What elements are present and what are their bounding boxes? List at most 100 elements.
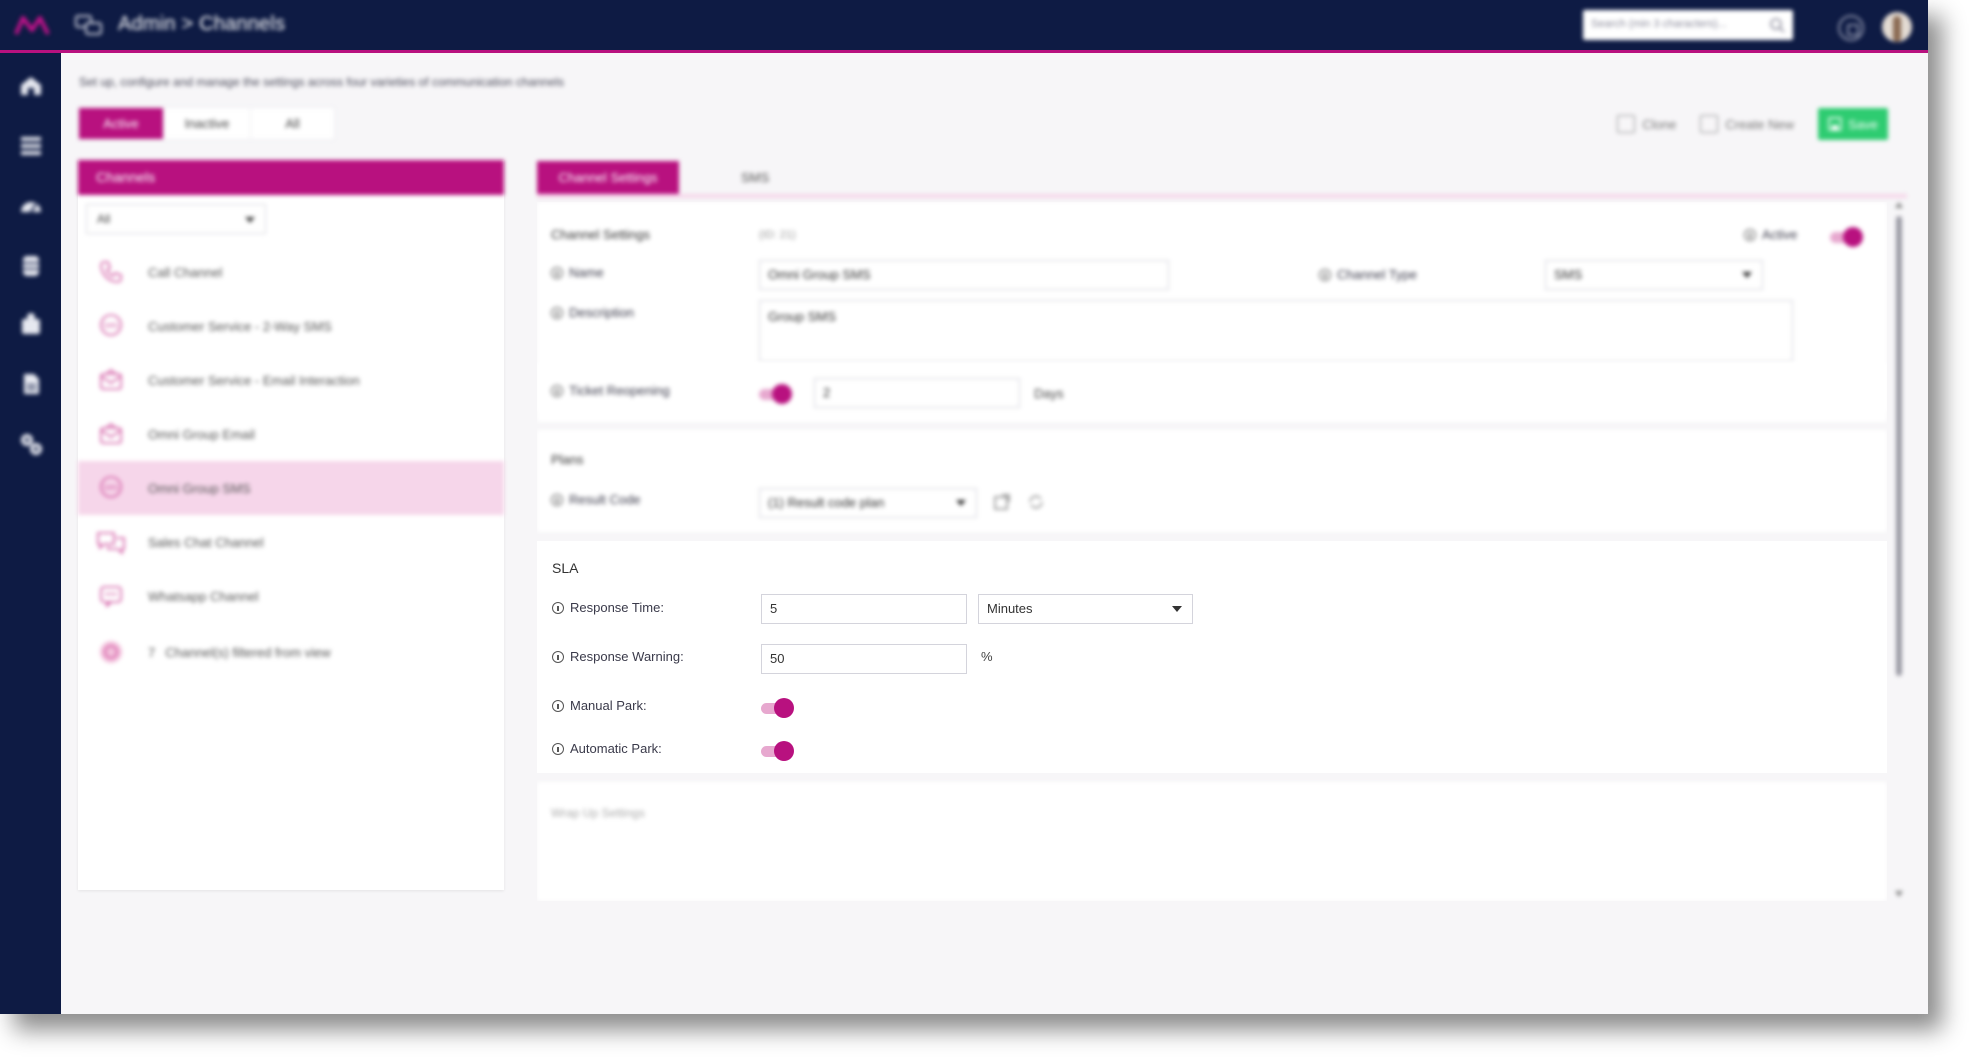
page-description: Set up, configure and manage the setting… (79, 75, 564, 89)
chat-icon (96, 527, 126, 557)
chevron-down-icon (1742, 272, 1752, 278)
ticket-reopening-input[interactable]: 2 (814, 378, 1020, 408)
result-code-label-text: Result Code (569, 492, 641, 507)
description-label: Description (551, 305, 634, 320)
brand-logo-icon[interactable] (12, 12, 52, 40)
sla-title: SLA (552, 560, 579, 576)
save-label: Save (1848, 116, 1878, 132)
database-icon[interactable] (18, 253, 44, 279)
chevron-down-icon (956, 500, 966, 506)
whatsapp-icon (96, 581, 126, 611)
refresh-icon[interactable] (1027, 493, 1045, 511)
automatic-park-label: Automatic Park: (552, 741, 662, 756)
svg-text:SMS: SMS (104, 322, 119, 330)
info-icon (552, 742, 564, 755)
sla-card: SLA Response Time: 5 Minutes Response Wa… (537, 541, 1887, 773)
create-new-label: Create New (1725, 116, 1794, 132)
channel-item-label: Whatsapp Channel (148, 588, 259, 604)
toolbar-actions: Clone Create New Save (1617, 108, 1888, 140)
scroll-up-icon[interactable] (1895, 202, 1903, 208)
channels-filter-select[interactable]: All (86, 204, 266, 234)
channel-item-label: Sales Chat Channel (148, 534, 264, 550)
channel-item-call[interactable]: Call Channel (78, 245, 504, 299)
manual-park-label: Manual Park: (552, 698, 647, 713)
ticket-reopening-unit: Days (1034, 386, 1064, 401)
save-button[interactable]: Save (1818, 108, 1888, 140)
response-warning-input[interactable]: 50 (761, 644, 967, 674)
clone-icon (1617, 115, 1636, 133)
active-toggle[interactable] (1830, 227, 1863, 247)
scroll-thumb[interactable] (1896, 216, 1902, 676)
create-new-icon (1700, 115, 1719, 133)
info-icon (551, 493, 563, 506)
settings-tabs: Channel Settings SMS (537, 161, 1907, 198)
filter-active[interactable]: Active (79, 108, 164, 139)
filter-inactive[interactable]: Inactive (164, 108, 251, 139)
description-textarea[interactable]: Group SMS (759, 300, 1793, 362)
scroll-down-icon[interactable] (1895, 891, 1903, 897)
home-icon[interactable] (18, 73, 44, 99)
clone-button[interactable]: Clone (1617, 115, 1676, 133)
channel-item-whatsapp[interactable]: Whatsapp Channel (78, 569, 504, 623)
dashboard-icon[interactable] (18, 193, 44, 219)
name-input[interactable]: Omni Group SMS (759, 260, 1169, 290)
result-code-label: Result Code (551, 492, 641, 507)
settings-scrollbar[interactable] (1895, 202, 1903, 897)
document-icon[interactable] (18, 371, 44, 397)
left-navigation (0, 53, 61, 1014)
help-icon[interactable] (1838, 15, 1864, 41)
channel-item-omni-sms[interactable]: SMS Omni Group SMS (78, 461, 504, 515)
avatar[interactable] (1882, 12, 1912, 42)
main-content: Set up, configure and manage the setting… (61, 56, 1928, 1014)
channel-item-label: Omni Group Email (148, 426, 255, 442)
name-label: Name (551, 265, 604, 280)
open-plan-icon[interactable] (993, 493, 1011, 511)
channel-item-cs-email[interactable]: Customer Service - Email Interaction (78, 353, 504, 407)
users-icon[interactable] (18, 311, 44, 337)
automatic-park-label-text: Automatic Park: (570, 741, 662, 756)
info-icon (552, 650, 564, 663)
filtered-text: Channel(s) filtered from view (165, 644, 331, 660)
chevron-down-icon (245, 217, 255, 223)
filtered-count: 7 (148, 644, 156, 660)
channel-type-label: Channel Type (1319, 267, 1417, 282)
active-label: Active (1744, 227, 1797, 242)
chevron-down-icon (1172, 606, 1182, 612)
response-time-input[interactable]: 5 (761, 594, 967, 624)
active-label-text: Active (1762, 227, 1798, 242)
manual-park-toggle[interactable] (761, 698, 794, 718)
sms-icon: SMS (96, 311, 126, 341)
settings-icon[interactable] (18, 431, 44, 457)
search-input[interactable]: Search (min 3 characters)... (1583, 10, 1793, 40)
response-time-unit-select[interactable]: Minutes (978, 594, 1193, 624)
status-filter-tabs: Active Inactive All (78, 107, 335, 140)
search-icon[interactable] (1769, 17, 1785, 33)
ticket-reopening-toggle[interactable] (759, 384, 792, 404)
plans-card: Plans Result Code (1) Result code plan (537, 430, 1887, 532)
info-icon (552, 601, 564, 614)
tab-channel-settings[interactable]: Channel Settings (537, 161, 679, 194)
filter-all[interactable]: All (251, 108, 334, 139)
channel-type-select[interactable]: SMS (1545, 260, 1763, 290)
info-icon (1319, 268, 1331, 281)
result-code-select[interactable]: (1) Result code plan (759, 488, 977, 518)
channel-item-omni-email[interactable]: Omni Group Email (78, 407, 504, 461)
sms-icon: SMS (96, 473, 126, 503)
channel-item-sales-chat[interactable]: Sales Chat Channel (78, 515, 504, 569)
create-new-button[interactable]: Create New (1700, 115, 1794, 133)
email-icon (96, 419, 126, 449)
automatic-park-toggle[interactable] (761, 741, 794, 761)
channel-item-cs-2way-sms[interactable]: SMS Customer Service - 2-Way SMS (78, 299, 504, 353)
channels-panel: Channels All Call Channel SMS Customer S… (78, 160, 504, 890)
channel-item-label: Call Channel (148, 264, 223, 280)
tab-sms[interactable]: SMS (741, 161, 769, 194)
channels-header: Channels (78, 160, 504, 195)
save-icon (1828, 117, 1842, 131)
response-warning-label-text: Response Warning: (570, 649, 684, 664)
filter-icon (96, 637, 126, 667)
wrap-up-title: Wrap Up Settings (551, 806, 645, 820)
info-icon (1744, 228, 1756, 241)
list-icon[interactable] (18, 133, 44, 159)
channel-item-label: Customer Service - Email Interaction (148, 372, 360, 388)
channels-filter-value: All (97, 212, 111, 226)
